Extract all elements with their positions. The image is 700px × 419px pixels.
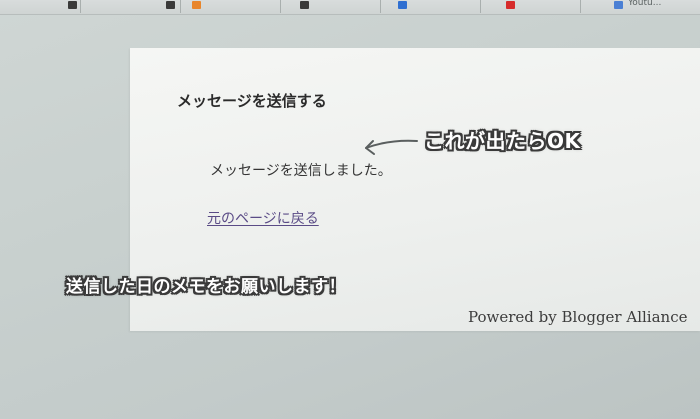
browser-tab[interactable] xyxy=(180,0,281,13)
browser-tab[interactable] xyxy=(0,0,81,13)
browser-tab[interactable]: Youtu... xyxy=(580,0,700,13)
tab-favicon-icon xyxy=(192,1,201,9)
tab-favicon-icon xyxy=(166,1,175,9)
browser-tab[interactable] xyxy=(480,0,581,13)
tab-favicon-icon xyxy=(300,1,309,9)
back-to-previous-page-link[interactable]: 元のページに戻る xyxy=(207,208,319,228)
tab-favicon-icon xyxy=(68,1,77,9)
ok-annotation-caption: これが出たらOK xyxy=(424,129,581,153)
annotation-arrow-icon xyxy=(365,139,418,155)
powered-by-footer: Powered by Blogger Alliance xyxy=(468,308,688,326)
tab-favicon-icon xyxy=(398,1,407,9)
tab-favicon-icon xyxy=(614,1,623,9)
confirmation-message: メッセージを送信しました。 xyxy=(210,163,392,179)
tab-favicon-icon xyxy=(506,1,515,9)
browser-tab[interactable] xyxy=(380,0,481,13)
page-title: メッセージを送信する xyxy=(177,92,327,110)
browser-tab[interactable] xyxy=(80,0,181,13)
browser-tab-strip: Youtu... xyxy=(0,0,700,15)
memo-annotation-caption: 送信した日のメモをお願いします！ xyxy=(66,277,346,297)
tab-title: Youtu... xyxy=(628,0,662,8)
browser-tab[interactable] xyxy=(280,0,381,13)
